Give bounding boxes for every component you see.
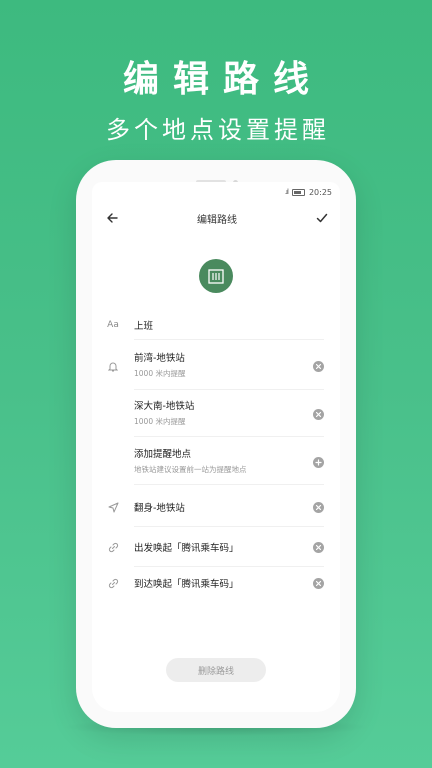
status-bar: .ıl 20:25 [285,186,332,198]
add-location-hint: 地铁站建议设置前一站为提醒地点 [134,465,247,474]
plus-icon [315,458,322,466]
close-icon [315,544,322,550]
wake-on-arrive-label: 到达唤起「腾讯乘车码」 [134,579,239,590]
close-icon [315,580,322,586]
close-icon [315,411,322,417]
add-location-label: 添加提醒地点 [134,449,192,460]
remove-reminder-button[interactable] [313,408,324,420]
reminder-label: 深大南-地铁站 [134,401,195,412]
remove-departure-button[interactable] [313,501,324,513]
wake-on-depart-label: 出发唤起「腾讯乘车码」 [134,543,239,554]
app-screen: .ıl 20:25 编辑路线 Aa 上班 前湾-地铁站 1000 米内提醒 深大… [92,182,340,712]
close-icon [315,363,322,369]
route-icon-button[interactable] [199,259,233,293]
link-icon [106,578,120,589]
phone-frame: .ıl 20:25 编辑路线 Aa 上班 前湾-地铁站 1000 米内提醒 深大… [76,160,356,728]
bell-icon [106,361,120,372]
remove-wake-arrive-button[interactable] [313,577,324,589]
check-icon [316,213,328,223]
close-icon [315,504,322,510]
route-name-row[interactable]: Aa 上班 [92,310,340,340]
text-format-icon: Aa [107,320,119,330]
reminder-item[interactable]: 深大南-地铁站 1000 米内提醒 [92,396,340,432]
divider [134,339,324,340]
reminder-label: 前湾-地铁站 [134,353,185,364]
add-location-button[interactable] [313,456,324,468]
battery-icon [291,188,305,196]
divider [134,526,324,527]
add-location-row[interactable]: 添加提醒地点 地铁站建议设置前一站为提醒地点 [92,444,340,480]
reminder-detail: 1000 米内提醒 [134,369,186,378]
reminder-item[interactable]: 前湾-地铁站 1000 米内提醒 [92,348,340,384]
delete-route-button[interactable]: 删除路线 [166,658,266,682]
promo-headline: 编辑路线 [122,59,323,100]
route-name: 上班 [134,321,154,332]
page-title: 编辑路线 [197,214,237,226]
departure-label: 翻身-地铁站 [134,503,185,514]
promo-subline: 多个地点设置提醒 [106,116,330,144]
divider [134,566,324,567]
link-icon [106,542,120,553]
departure-row[interactable]: 翻身-地铁站 [92,492,340,522]
remove-reminder-button[interactable] [313,360,324,372]
signal-icon: .ıl [284,188,289,196]
reminder-detail: 1000 米内提醒 [134,417,186,426]
arrow-left-icon [107,213,118,223]
building-icon [208,269,224,284]
confirm-button[interactable] [314,210,330,226]
wake-on-depart-row[interactable]: 出发唤起「腾讯乘车码」 [92,532,340,562]
remove-wake-depart-button[interactable] [313,541,324,553]
send-icon [106,502,120,513]
wake-on-arrive-row[interactable]: 到达唤起「腾讯乘车码」 [92,568,340,598]
divider [134,436,324,437]
divider [134,484,324,485]
status-time: 20:25 [308,187,332,197]
top-bar: 编辑路线 [92,204,340,232]
divider [134,389,324,390]
back-button[interactable] [104,210,120,226]
